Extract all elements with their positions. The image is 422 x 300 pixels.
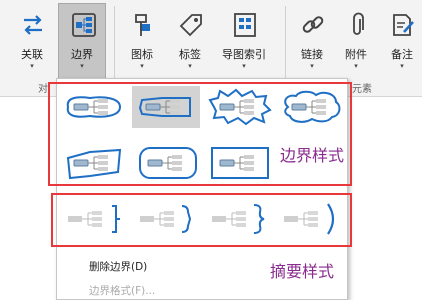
boundary-button[interactable]: 边界 ▾	[58, 3, 106, 79]
note-label: 备注	[391, 48, 413, 61]
marker-button[interactable]: 图标 ▾	[118, 4, 166, 76]
marker-icon	[135, 14, 150, 36]
boundary-format-menu-item[interactable]: 边界格式(F)...	[89, 283, 155, 298]
link-icon	[302, 16, 324, 33]
chevron-down-icon: ▾	[30, 62, 34, 70]
link-label: 链接	[301, 48, 323, 61]
chevron-down-icon: ▾	[310, 62, 314, 70]
chevron-down-icon: ▾	[80, 62, 84, 70]
ribbon-group-label-right: 元素	[352, 84, 372, 95]
link-button[interactable]: 链接 ▾	[288, 4, 336, 76]
relationship-label: 关联	[21, 48, 43, 61]
tag-label: 标签	[179, 48, 201, 61]
chevron-down-icon: ▾	[188, 62, 192, 70]
boundary-label: 边界	[71, 48, 93, 61]
boundary-icon	[72, 13, 96, 37]
attachment-label: 附件	[345, 48, 367, 61]
summary-styles-annotation: 摘要样式	[270, 262, 335, 281]
chevron-down-icon: ▾	[242, 62, 246, 70]
boundary-styles-highlight	[48, 82, 352, 186]
note-button[interactable]: 备注 ▾	[378, 4, 422, 76]
index-icon	[234, 13, 256, 37]
ribbon-group-label-left: 对	[38, 84, 48, 95]
attachment-button[interactable]: 附件 ▾	[332, 4, 380, 76]
tag-button[interactable]: 标签 ▾	[166, 4, 214, 76]
delete-boundary-menu-item[interactable]: 删除边界(D)	[89, 259, 147, 274]
index-button[interactable]: 导图索引 ▾	[215, 4, 273, 76]
relationship-button[interactable]: 关联 ▾	[8, 4, 56, 76]
chevron-down-icon: ▾	[140, 62, 144, 70]
marker-label: 图标	[131, 48, 153, 61]
tag-icon	[179, 14, 202, 37]
chevron-down-icon: ▾	[354, 62, 358, 70]
index-label: 导图索引	[222, 48, 266, 61]
note-icon	[393, 14, 414, 36]
chevron-down-icon: ▾	[400, 62, 404, 70]
summary-styles-highlight	[51, 193, 352, 247]
relationship-icon	[24, 15, 42, 35]
attachment-icon	[353, 12, 364, 35]
boundary-styles-annotation: 边界样式	[280, 146, 345, 165]
